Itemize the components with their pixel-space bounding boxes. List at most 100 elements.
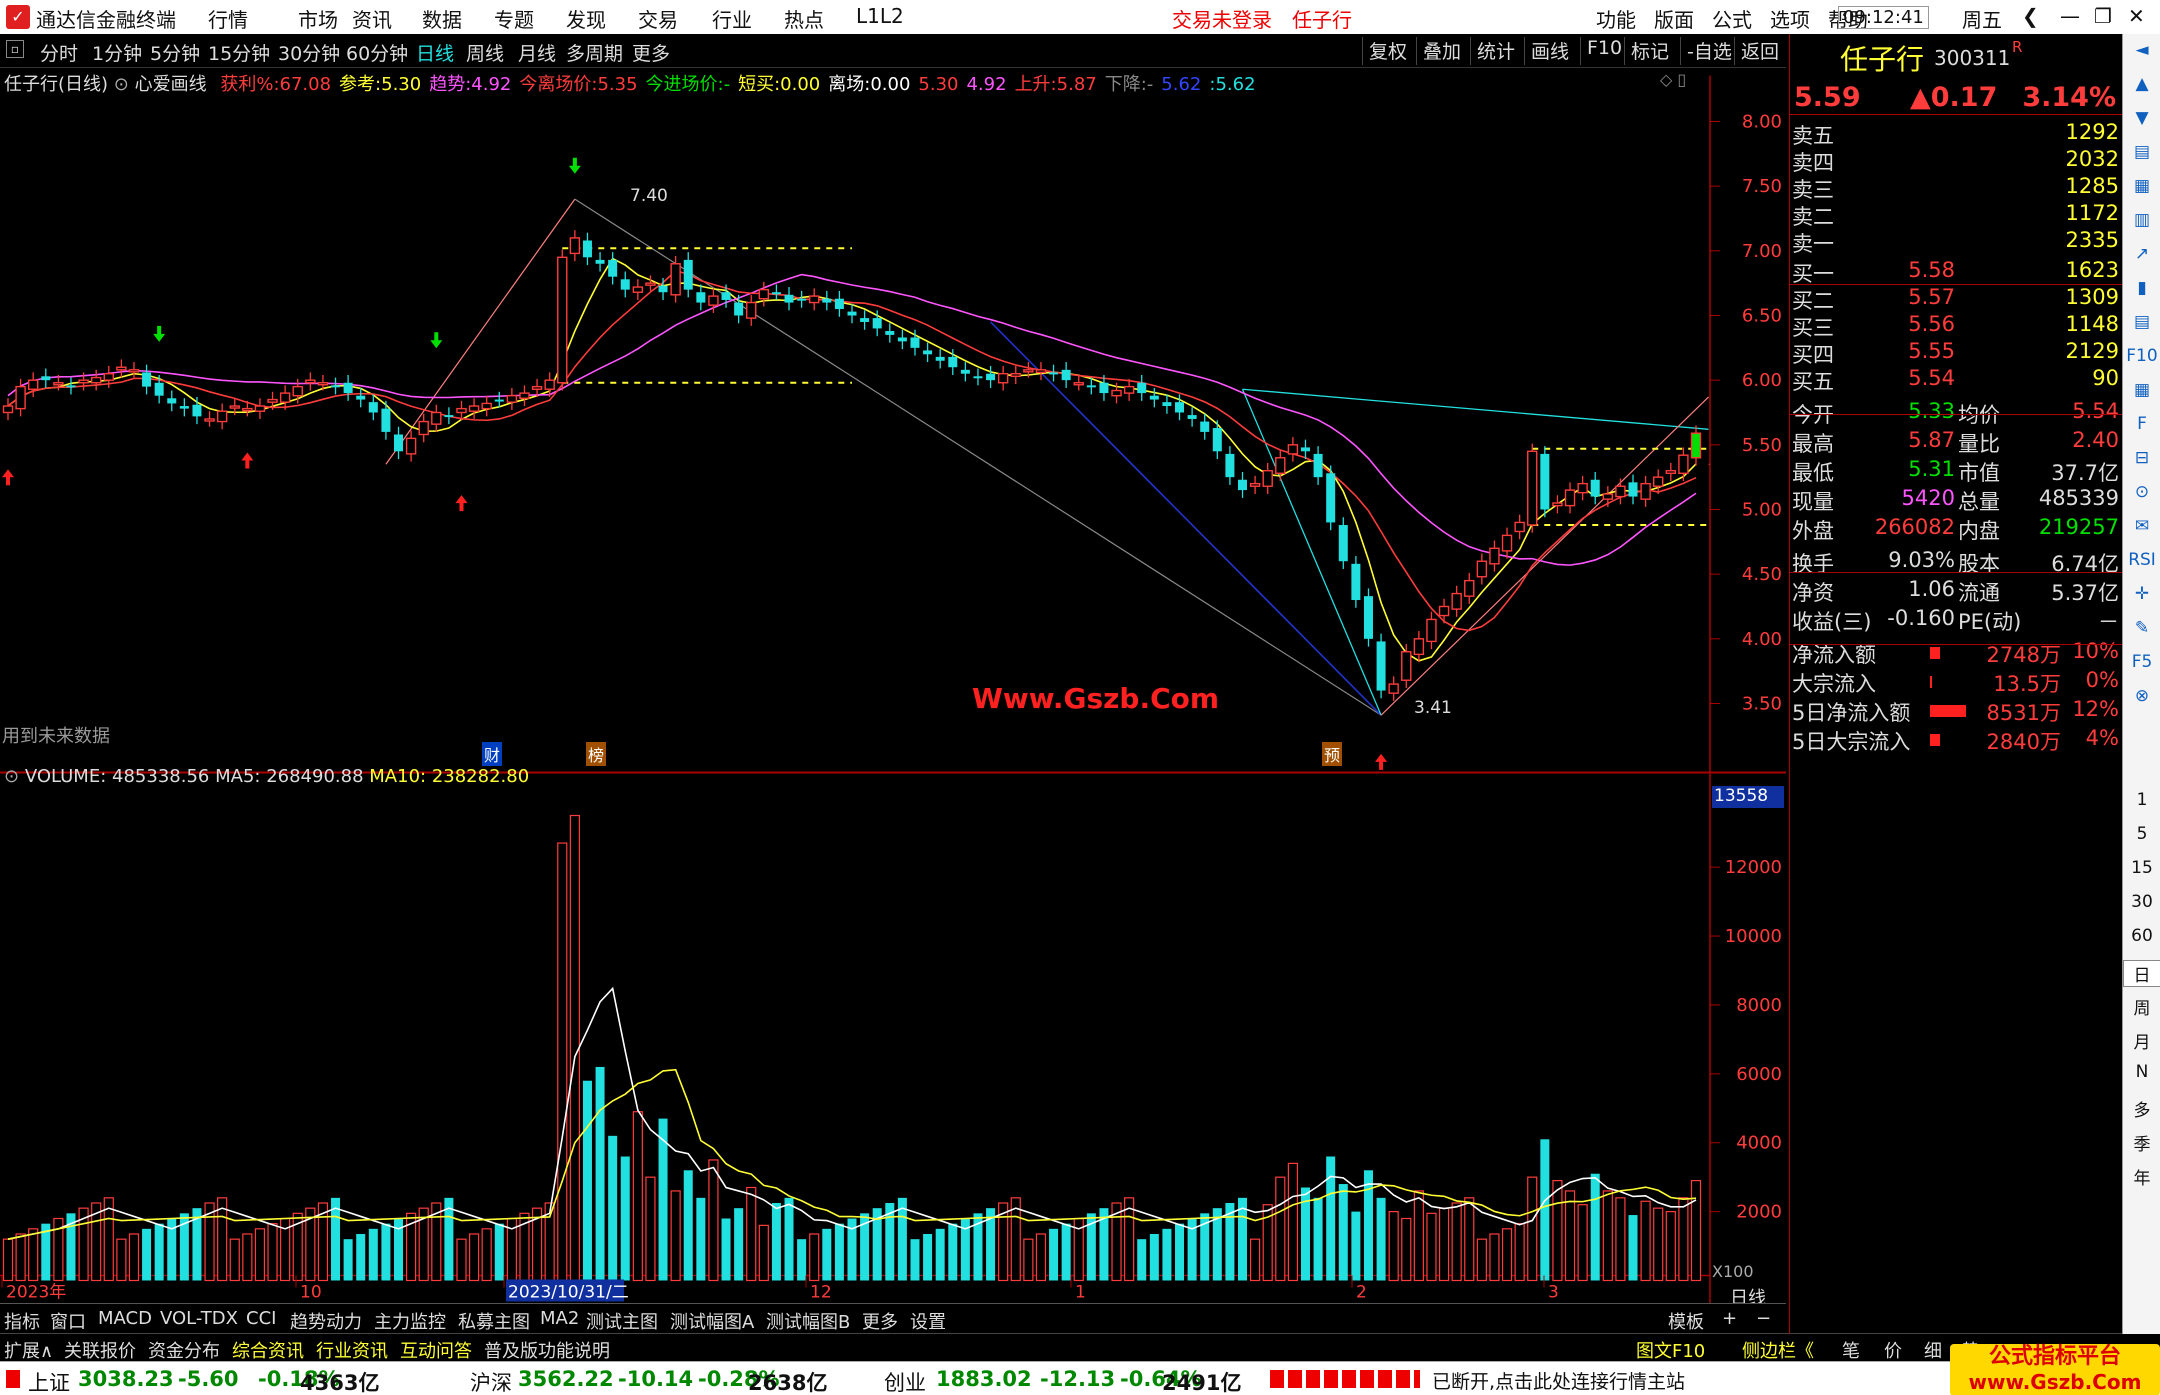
sidebar-tool-icon[interactable]: ✉ [2123,516,2160,536]
indicator-tab-4[interactable]: CCI [246,1308,276,1329]
period-tab-5[interactable]: 60分钟 [346,39,408,66]
menu-item-5[interactable]: 发现 [566,4,606,33]
info-tab-5[interactable]: 互动问答 [400,1337,472,1363]
sidebar-period-11[interactable]: 年 [2123,1164,2160,1189]
remove-tab-icon[interactable]: − [1756,1308,1771,1329]
sidebar-tool-icon[interactable]: ◄ [2123,40,2160,60]
sidebar-period-9[interactable]: 多 [2123,1096,2160,1121]
sidebar-period-5[interactable]: 日 [2123,960,2160,987]
sidebar-tool-icon[interactable]: ▦ [2123,176,2160,196]
kline-chart[interactable]: 8.00 7.50 7.00 6.50 6.00 5.50 5.00 4.50 4.00 3.50… [0,68,1786,1318]
toolbar-menu-icon[interactable]: ▫ [6,40,24,58]
sidebar-tool-icon[interactable]: F10 [2123,346,2160,366]
info-right-2[interactable]: 笔 [1842,1337,1860,1363]
chart-tool-6[interactable]: -自选 [1680,37,1738,65]
sidebar-tool-icon[interactable]: ▤ [2123,142,2160,162]
chart-tool-4[interactable]: F10 [1580,37,1628,65]
indicator-tab-1[interactable]: 窗口 [50,1308,86,1334]
indicator-tab-0[interactable]: 指标 [4,1308,40,1334]
menu-item-2[interactable]: 资讯 [352,4,392,33]
period-tab-10[interactable]: 更多 [632,39,670,66]
template-button[interactable]: 模板 [1668,1308,1704,1334]
sidebar-period-4[interactable]: 60 [2123,926,2160,946]
sidebar-tool-icon[interactable]: ▮ [2123,278,2160,298]
index-name-1[interactable]: 沪深 [470,1367,512,1395]
menu-item-3[interactable]: 数据 [422,4,462,33]
back-icon[interactable]: ❮ [2022,4,2039,28]
sidebar-tool-icon[interactable]: F5 [2123,652,2160,672]
sidebar-period-10[interactable]: 季 [2123,1130,2160,1155]
minimize-icon[interactable]: — [2060,4,2080,28]
event-marker-bang[interactable]: 榜 [586,742,607,766]
indicator-tab-2[interactable]: MACD [98,1308,152,1329]
event-marker-yu[interactable]: 预 [1322,742,1343,766]
chart-tool-1[interactable]: 叠加 [1416,37,1467,65]
indicator-tab-12[interactable]: 更多 [862,1308,898,1334]
sidebar-tool-icon[interactable]: ▦ [2123,380,2160,400]
period-tab-2[interactable]: 5分钟 [150,39,200,66]
info-right-3[interactable]: 价 [1884,1337,1902,1363]
period-tab-8[interactable]: 月线 [518,39,556,66]
period-tab-1[interactable]: 1分钟 [92,39,142,66]
sidebar-tool-icon[interactable]: ⊟ [2123,448,2160,468]
menu-item-9[interactable]: L1L2 [856,4,904,28]
indicator-tab-5[interactable]: 趋势动力 [290,1308,362,1334]
period-tab-4[interactable]: 30分钟 [278,39,340,66]
sidebar-period-8[interactable]: N [2123,1062,2160,1082]
sidebar-tool-icon[interactable]: ▲ [2123,74,2160,94]
sidebar-tool-icon[interactable]: F [2123,414,2160,434]
indicator-tab-8[interactable]: MA2 [540,1308,579,1329]
indicator-tab-9[interactable]: 测试主图 [586,1308,658,1334]
index-name-2[interactable]: 创业 [884,1367,926,1395]
sidebar-period-2[interactable]: 15 [2123,858,2160,878]
period-tab-6[interactable]: 日线 [416,39,454,66]
info-right-4[interactable]: 细 [1924,1337,1942,1363]
indicator-tab-3[interactable]: VOL-TDX [160,1308,238,1329]
menu-item-8[interactable]: 热点 [784,4,824,33]
info-right-0[interactable]: 图文F10 [1636,1337,1705,1363]
sidebar-tool-icon[interactable]: ▼ [2123,108,2160,128]
index-name-0[interactable]: 上证 [28,1367,70,1395]
sidebar-period-6[interactable]: 周 [2123,994,2160,1019]
info-tab-1[interactable]: 关联报价 [64,1337,136,1363]
sidebar-tool-icon[interactable]: ↗ [2123,244,2160,264]
event-marker-cai[interactable]: 财 [482,742,503,766]
chart-settings-icon[interactable]: ◇ ▯ [1660,70,1686,89]
sidebar-tool-icon[interactable]: ⊗ [2123,686,2160,706]
sidebar-tool-icon[interactable]: RSI [2123,550,2160,570]
menu-item-0[interactable]: 行情 [208,4,248,33]
chart-tool-2[interactable]: 统计 [1470,37,1521,65]
menu-right-item-0[interactable]: 功能 [1596,4,1636,33]
sidebar-tool-icon[interactable]: ▤ [2123,312,2160,332]
menu-item-6[interactable]: 交易 [638,4,678,33]
add-tab-icon[interactable]: + [1722,1308,1737,1329]
menu-right-item-2[interactable]: 公式 [1712,4,1752,33]
period-tab-0[interactable]: 分时 [40,39,78,66]
info-tab-3[interactable]: 综合资讯 [232,1337,304,1363]
sidebar-tool-icon[interactable]: ▥ [2123,210,2160,230]
menu-right-item-3[interactable]: 选项 [1770,4,1810,33]
period-tab-9[interactable]: 多周期 [566,39,623,66]
indicator-tab-6[interactable]: 主力监控 [374,1308,446,1334]
formula-name[interactable]: 心爱画线 [135,74,207,95]
info-tab-6[interactable]: 普及版功能说明 [484,1337,610,1363]
menu-stock-name[interactable]: 任子行 [1292,4,1352,33]
chart-tool-0[interactable]: 复权 [1362,37,1413,65]
sidebar-period-1[interactable]: 5 [2123,824,2160,844]
chart-tool-7[interactable]: 返回 [1734,37,1785,65]
menu-item-7[interactable]: 行业 [712,4,752,33]
login-status[interactable]: 交易未登录 [1172,4,1272,33]
indicator-tab-10[interactable]: 测试幅图A [670,1308,754,1334]
sidebar-period-0[interactable]: 1 [2123,790,2160,810]
info-tab-4[interactable]: 行业资讯 [316,1337,388,1363]
sidebar-period-7[interactable]: 月 [2123,1028,2160,1053]
restore-icon[interactable]: ❐ [2094,4,2112,28]
close-icon[interactable]: ✕ [2128,4,2145,28]
menu-item-1[interactable]: 市场 [298,4,338,33]
menu-right-item-1[interactable]: 版面 [1654,4,1694,33]
chart-tool-5[interactable]: 标记 [1624,37,1675,65]
indicator-tab-13[interactable]: 设置 [910,1308,946,1334]
chart-tool-3[interactable]: 画线 [1524,37,1575,65]
info-right-1[interactable]: 侧边栏《 [1742,1337,1814,1363]
sidebar-tool-icon[interactable]: ✛ [2123,584,2160,604]
